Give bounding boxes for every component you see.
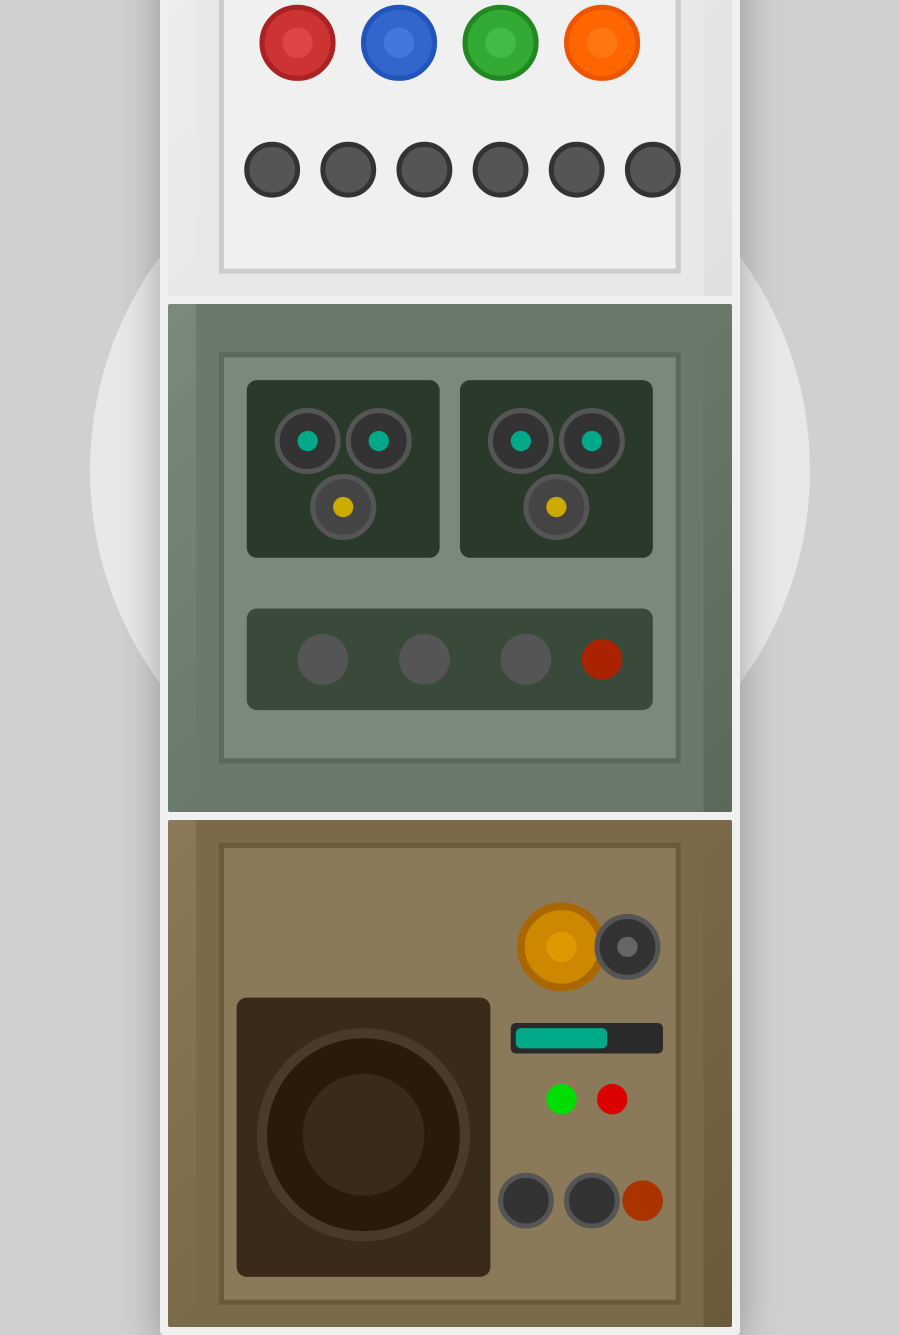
product-item-acoustic: Acoustic Feedback Screaming guitar feedb… <box>168 820 732 1328</box>
products-list: 4ms Pingable Envelope Generator (PEG) Fa… <box>160 0 740 1335</box>
product-image-peg <box>168 0 732 296</box>
app-window: ⁀ Softube DOWNLOADING 2 PRODUCTS ≡ ✕ 4ms… <box>160 0 740 1335</box>
background-circle: ⁀ Softube DOWNLOADING 2 PRODUCTS ≡ ✕ 4ms… <box>90 110 810 830</box>
product-image-abbey <box>168 304 732 812</box>
product-item-abbey: Abbey Road Brilliance Pack Brighten up y… <box>168 304 732 812</box>
product-item-peg: 4ms Pingable Envelope Generator (PEG) Fa… <box>168 0 732 296</box>
acoustic-svg <box>196 820 704 1328</box>
abbey-svg <box>196 304 704 812</box>
peg-svg <box>196 0 704 296</box>
product-image-acoustic <box>168 820 732 1328</box>
